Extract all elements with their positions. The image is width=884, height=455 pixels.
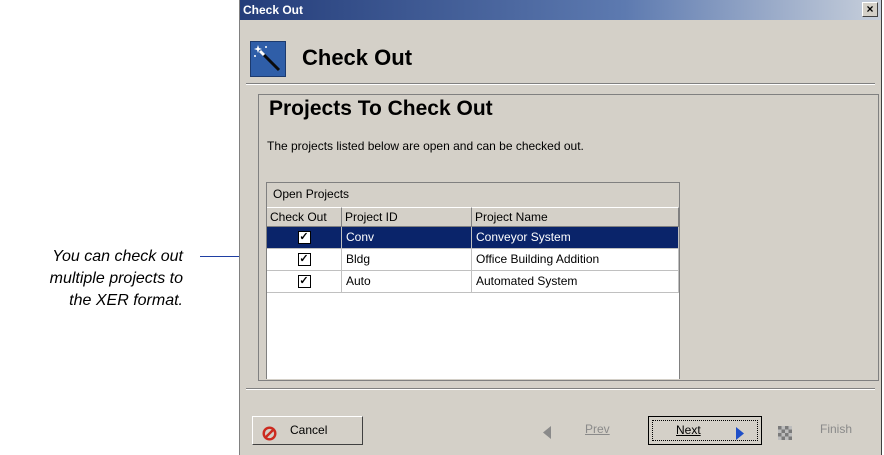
finish-checkered-flag-icon (778, 423, 792, 450)
column-header-check-out[interactable]: Check Out (267, 207, 342, 227)
wizard-header: Check Out (240, 20, 881, 86)
finish-button[interactable]: Finish (767, 416, 867, 445)
next-button[interactable]: Next (648, 416, 762, 445)
wizard-title: Check Out (302, 45, 413, 70)
annotation-line-1: You can check out (52, 248, 183, 265)
check-out-checkbox[interactable]: ✓ (297, 275, 311, 288)
open-projects-grid: Open Projects Check Out Project ID Proje… (266, 182, 680, 379)
wizard-wand-icon (250, 41, 286, 77)
check-out-checkbox[interactable]: ✓ (297, 231, 311, 244)
cancel-label: Cancel (290, 423, 328, 437)
cancel-button[interactable]: Cancel (252, 416, 363, 445)
grid-group-label: Open Projects (273, 187, 350, 201)
project-id-cell: Conv (342, 227, 472, 249)
title-bar: Check Out × (240, 0, 881, 20)
page-title: Projects To Check Out (269, 97, 493, 120)
button-bar-divider (246, 388, 875, 390)
next-label: Next (676, 423, 701, 437)
close-icon: × (866, 2, 874, 16)
finish-label: Finish (820, 422, 853, 436)
grid-column-headers: Check Out Project ID Project Name (267, 207, 679, 227)
project-name-cell: Office Building Addition (472, 249, 679, 271)
window-title: Check Out (243, 3, 304, 17)
page-description: The projects listed below are open and c… (267, 139, 584, 153)
project-id-cell: Auto (342, 271, 472, 293)
annotation-line-3: the XER format. (69, 292, 183, 309)
check-out-cell: ✓ (267, 271, 342, 293)
column-header-project-id[interactable]: Project ID (342, 207, 472, 227)
check-out-checkbox[interactable]: ✓ (297, 253, 311, 266)
project-name-cell: Automated System (472, 271, 679, 293)
prev-label: Prev (585, 422, 610, 436)
header-divider (246, 83, 875, 85)
annotation-callout: You can check out multiple projects to t… (0, 246, 183, 312)
next-arrow-icon (735, 424, 745, 451)
close-button[interactable]: × (862, 2, 878, 17)
table-row[interactable]: ✓ Bldg Office Building Addition (267, 249, 679, 271)
column-header-project-name[interactable]: Project Name (472, 207, 679, 227)
table-row[interactable]: ✓ Auto Automated System (267, 271, 679, 293)
project-id-cell: Bldg (342, 249, 472, 271)
check-out-dialog: Check Out × Check Out Projects To Check … (239, 0, 882, 455)
table-row[interactable]: ✓ Conv Conveyor System (267, 227, 679, 249)
prev-button[interactable]: Prev (530, 416, 628, 445)
content-panel: Projects To Check Out The projects liste… (258, 94, 879, 381)
project-name-cell: Conveyor System (472, 227, 679, 249)
check-out-cell: ✓ (267, 227, 342, 249)
annotation-line-2: multiple projects to (49, 270, 183, 287)
check-out-cell: ✓ (267, 249, 342, 271)
prev-arrow-icon (542, 423, 552, 450)
grid-body: ✓ Conv Conveyor System ✓ Bldg Office Bui… (267, 227, 679, 379)
cancel-icon (262, 424, 277, 451)
